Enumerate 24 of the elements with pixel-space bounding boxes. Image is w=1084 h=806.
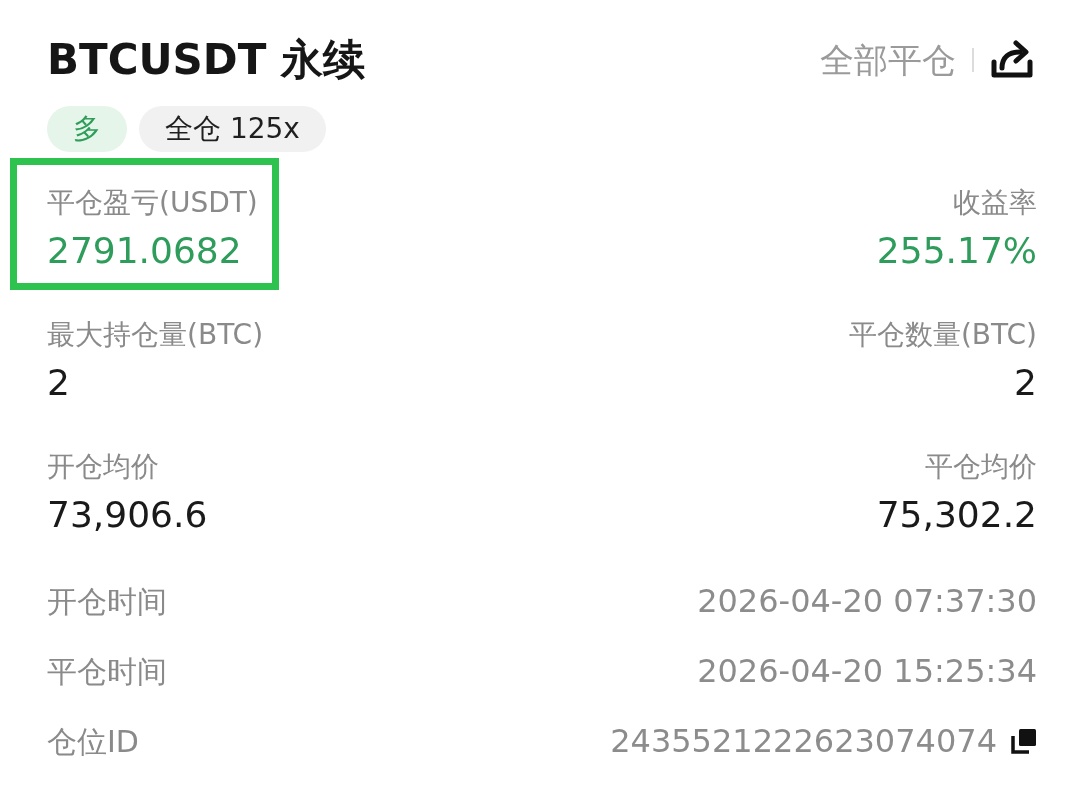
stat-label: 最大持仓量(BTC) [47, 317, 264, 353]
stat-label: 平仓数量(BTC) [848, 317, 1037, 353]
stat-value: 255.17% [876, 229, 1037, 273]
detail-value: 2435521222623074074 [610, 721, 997, 762]
close-all-button[interactable]: 全部平仓 [820, 38, 956, 82]
stat-label: 平仓盈亏(USDT) [47, 185, 258, 221]
stat-value: 2 [1014, 361, 1037, 405]
page-title: BTCUSDT 永续 [47, 34, 365, 86]
detail-label: 开仓时间 [47, 582, 167, 621]
stat-value: 2 [47, 361, 70, 405]
stat-value: 73,906.6 [47, 493, 208, 537]
detail-value: 2026-04-20 07:37:30 [697, 581, 1037, 622]
detail-label: 仓位ID [47, 722, 139, 761]
stat-value: 75,302.2 [876, 493, 1037, 537]
stat-label: 收益率 [953, 185, 1037, 221]
stat-value: 2791.0682 [47, 229, 242, 273]
copy-icon[interactable] [1011, 728, 1037, 754]
tag: 全仓 125x [139, 106, 326, 152]
detail-label: 平仓时间 [47, 652, 167, 691]
stat-label: 开仓均价 [47, 449, 159, 485]
stat-label: 平仓均价 [925, 449, 1037, 485]
detail-value: 2026-04-20 15:25:34 [697, 651, 1037, 692]
share-icon[interactable] [990, 40, 1034, 80]
tag: 多 [47, 106, 127, 152]
